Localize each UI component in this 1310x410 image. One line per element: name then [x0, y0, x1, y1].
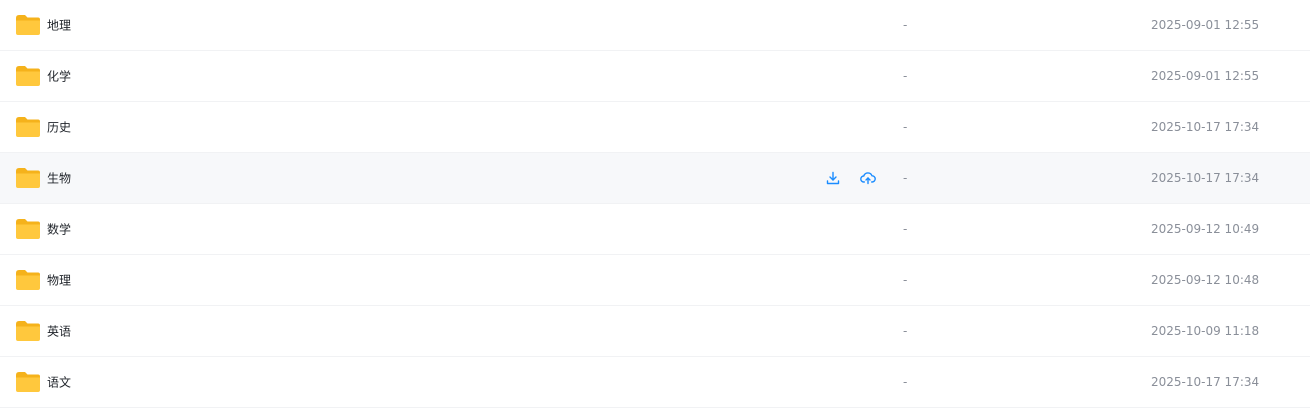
cloud-upload-icon[interactable]	[859, 169, 877, 187]
file-size: -	[903, 324, 908, 338]
file-modified-date: 2025-09-01 12:55	[1151, 69, 1260, 83]
file-row[interactable]: 历史 - 2025-10-17 17:34	[0, 102, 1310, 153]
file-modified-date: 2025-09-12 10:49	[1151, 222, 1260, 236]
file-modified-date: 2025-10-17 17:34	[1151, 171, 1260, 185]
file-size: -	[903, 69, 908, 83]
file-row[interactable]: 数学 - 2025-09-12 10:49	[0, 204, 1310, 255]
file-size: -	[903, 171, 908, 185]
folder-icon	[15, 371, 41, 393]
file-name[interactable]: 数学	[47, 221, 71, 238]
folder-icon	[15, 14, 41, 36]
file-name[interactable]: 英语	[47, 323, 71, 340]
folder-icon	[15, 116, 41, 138]
folder-icon	[15, 65, 41, 87]
file-size: -	[903, 120, 908, 134]
folder-icon	[15, 218, 41, 240]
file-row[interactable]: 语文 - 2025-10-17 17:34	[0, 357, 1310, 408]
file-list: 地理 - 2025-09-01 12:55 化学 - 2025-09-01 12…	[0, 0, 1310, 410]
file-name[interactable]: 生物	[47, 170, 71, 187]
folder-icon	[15, 320, 41, 342]
row-actions	[824, 169, 894, 187]
folder-icon	[15, 269, 41, 291]
file-name[interactable]: 物理	[47, 272, 71, 289]
file-modified-date: 2025-09-12 10:48	[1151, 273, 1260, 287]
file-modified-date: 2025-10-09 11:18	[1151, 324, 1260, 338]
download-icon[interactable]	[824, 169, 842, 187]
file-row-hovered[interactable]: 生物 - 2025-10-17 17:34	[0, 153, 1310, 204]
file-size: -	[903, 18, 908, 32]
file-modified-date: 2025-10-17 17:34	[1151, 375, 1260, 389]
file-row[interactable]: 英语 - 2025-10-09 11:18	[0, 306, 1310, 357]
file-modified-date: 2025-10-17 17:34	[1151, 120, 1260, 134]
file-name[interactable]: 化学	[47, 68, 71, 85]
file-size: -	[903, 222, 908, 236]
file-size: -	[903, 375, 908, 389]
file-size: -	[903, 273, 908, 287]
file-modified-date: 2025-09-01 12:55	[1151, 18, 1260, 32]
folder-icon	[15, 167, 41, 189]
file-name[interactable]: 历史	[47, 119, 71, 136]
file-name[interactable]: 地理	[47, 17, 71, 34]
file-row[interactable]: 地理 - 2025-09-01 12:55	[0, 0, 1310, 51]
file-row[interactable]: 化学 - 2025-09-01 12:55	[0, 51, 1310, 102]
file-row[interactable]: 物理 - 2025-09-12 10:48	[0, 255, 1310, 306]
file-name[interactable]: 语文	[47, 374, 71, 391]
